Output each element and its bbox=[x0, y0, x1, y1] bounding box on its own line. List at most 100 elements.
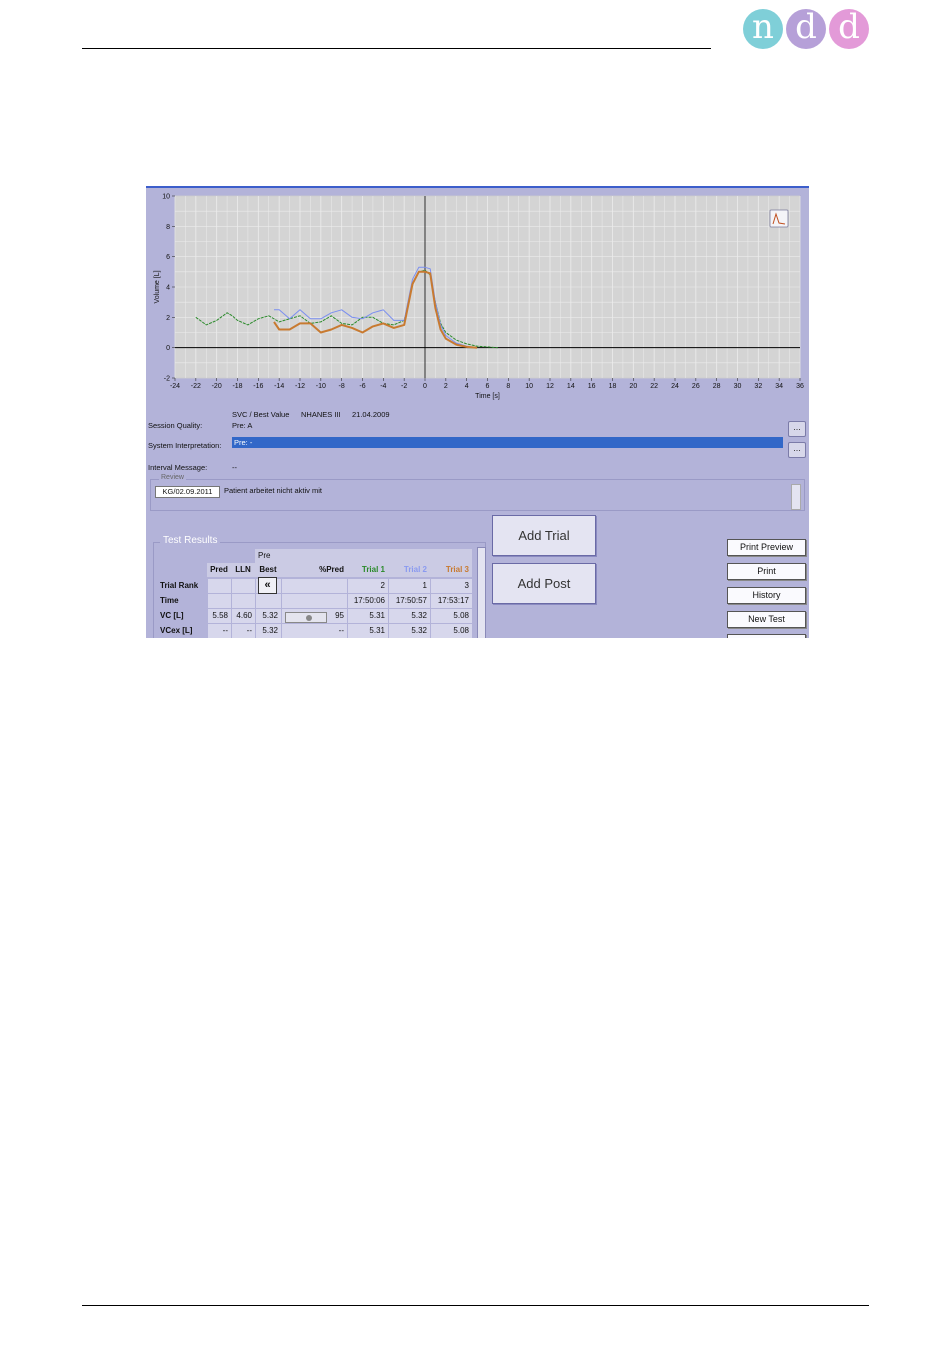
pred-percentage-bar bbox=[285, 612, 327, 623]
results-scrollbar[interactable] bbox=[477, 547, 486, 638]
x-tick-label: -10 bbox=[316, 383, 326, 390]
review-date-field[interactable]: KG/02.09.2011 bbox=[155, 486, 220, 498]
table-cell bbox=[281, 579, 347, 593]
x-tick-label: 32 bbox=[754, 383, 762, 390]
column-header--pred: %Pred bbox=[281, 563, 347, 577]
history-button[interactable]: History bbox=[727, 587, 806, 604]
row-label: Trial Rank bbox=[160, 581, 199, 590]
table-cell: 5.08 bbox=[430, 609, 472, 623]
x-tick-label: 26 bbox=[692, 383, 700, 390]
x-tick-label: 12 bbox=[546, 383, 554, 390]
column-header-trial-1: Trial 1 bbox=[347, 563, 388, 577]
logo-letter-n: n bbox=[743, 9, 783, 49]
table-cell: 17:50:06 bbox=[347, 594, 388, 608]
y-tick-label: 6 bbox=[166, 254, 170, 261]
review-panel: Review KG/02.09.2011 Patient arbeitet ni… bbox=[150, 474, 805, 511]
y-tick-label: 0 bbox=[166, 345, 170, 352]
pre-header: Pre bbox=[255, 549, 472, 563]
info-norm: NHANES III bbox=[301, 410, 341, 419]
add-post-button[interactable]: Add Post bbox=[492, 563, 596, 604]
header-rule bbox=[82, 48, 711, 49]
table-cell: -- bbox=[231, 624, 255, 638]
interpretation-more-button[interactable]: ... bbox=[788, 442, 806, 458]
x-tick-label: -6 bbox=[359, 383, 365, 390]
x-tick-label: -18 bbox=[232, 383, 242, 390]
table-cell bbox=[207, 579, 231, 593]
x-tick-label: -8 bbox=[339, 383, 345, 390]
x-tick-label: -2 bbox=[401, 383, 407, 390]
info-date: 21.04.2009 bbox=[352, 410, 390, 419]
x-tick-label: 28 bbox=[713, 383, 721, 390]
column-header-trial-3: Trial 3 bbox=[430, 563, 472, 577]
x-tick-label: 2 bbox=[444, 383, 448, 390]
x-tick-label: 18 bbox=[609, 383, 617, 390]
y-tick-label: -2 bbox=[164, 376, 170, 383]
x-tick-label: 22 bbox=[650, 383, 658, 390]
spirometry-window: -24 -22 -20 -18 -16 -14 -12 -10 -8 -6 -4 -2 0 2 4 6 8 10 1… bbox=[146, 186, 809, 638]
table-cell: 5.32 bbox=[255, 624, 281, 638]
x-tick-label: 10 bbox=[525, 383, 533, 390]
more-button-partial[interactable] bbox=[727, 634, 806, 638]
pred-percentage-marker bbox=[306, 615, 312, 621]
table-cell: -- bbox=[281, 624, 347, 638]
x-tick-label: -12 bbox=[295, 383, 305, 390]
table-cell: 5.08 bbox=[430, 624, 472, 638]
table-cell: 1 bbox=[388, 579, 430, 593]
table-cell: -- bbox=[207, 624, 231, 638]
table-cell: 5.31 bbox=[347, 609, 388, 623]
footer-rule bbox=[82, 1305, 869, 1306]
table-cell: 5.32 bbox=[388, 609, 430, 623]
table-cell bbox=[281, 594, 347, 608]
table-cell: 17:50:57 bbox=[388, 594, 430, 608]
table-cell: 5.58 bbox=[207, 609, 231, 623]
session-quality-value: Pre: A bbox=[232, 421, 253, 430]
session-quality-more-button[interactable]: ... bbox=[788, 421, 806, 437]
test-results-panel: Test Results Pre Pred LLN Best %Pred Trial 1T… bbox=[153, 535, 486, 638]
x-tick-label: -22 bbox=[191, 383, 201, 390]
interval-message-label: Interval Message: bbox=[148, 463, 208, 472]
print-button[interactable]: Print bbox=[727, 563, 806, 580]
row-label: VCex [L] bbox=[160, 626, 193, 635]
x-tick-label: 34 bbox=[775, 383, 783, 390]
review-scrollbar[interactable] bbox=[791, 484, 801, 510]
interpretation-label: System Interpretation: bbox=[148, 441, 222, 450]
review-legend: Review bbox=[159, 474, 186, 481]
logo-letter-d2: d bbox=[829, 9, 869, 49]
review-comment[interactable]: Patient arbeitet nicht aktiv mit bbox=[224, 486, 322, 495]
table-cell: 5.32 bbox=[255, 609, 281, 623]
x-tick-label: -24 bbox=[170, 383, 180, 390]
volume-time-chart: -24 -22 -20 -18 -16 -14 -12 -10 -8 -6 -4 -2 0 2 4 6 8 10 1… bbox=[154, 194, 804, 401]
table-cell bbox=[255, 594, 281, 608]
x-tick-label: -14 bbox=[274, 383, 284, 390]
x-tick-label: 6 bbox=[486, 383, 490, 390]
x-tick-label: 30 bbox=[734, 383, 742, 390]
row-label: VC [L] bbox=[160, 611, 184, 620]
x-tick-label: 14 bbox=[567, 383, 575, 390]
new-test-button[interactable]: New Test bbox=[727, 611, 806, 628]
print-preview-button[interactable]: Print Preview bbox=[727, 539, 806, 556]
session-quality-label: Session Quality: bbox=[148, 421, 203, 430]
ndd-logo: n d d bbox=[743, 9, 873, 51]
interpretation-field[interactable]: Pre: - bbox=[232, 437, 783, 448]
y-axis-label: Volume [L] bbox=[154, 270, 161, 303]
table-cell: 5.31 bbox=[347, 624, 388, 638]
x-tick-label: 36 bbox=[796, 383, 804, 390]
table-cell: 5.32 bbox=[388, 624, 430, 638]
table-cell bbox=[231, 579, 255, 593]
x-tick-label: 16 bbox=[588, 383, 596, 390]
x-tick-label: 4 bbox=[465, 383, 469, 390]
column-header-lln: LLN bbox=[231, 563, 255, 577]
interval-message-value: -- bbox=[232, 463, 237, 472]
test-results-legend: Test Results bbox=[160, 535, 221, 546]
x-tick-label: 8 bbox=[506, 383, 510, 390]
y-tick-label: 10 bbox=[162, 194, 170, 201]
add-trial-button[interactable]: Add Trial bbox=[492, 515, 596, 556]
y-tick-label: 4 bbox=[166, 285, 170, 292]
x-tick-label: 0 bbox=[423, 383, 427, 390]
best-rewind-button[interactable]: « bbox=[258, 577, 277, 594]
table-cell: 2 bbox=[347, 579, 388, 593]
x-tick-label: -20 bbox=[212, 383, 222, 390]
x-tick-label: 20 bbox=[629, 383, 637, 390]
y-tick-label: 8 bbox=[166, 224, 170, 231]
table-cell: 17:53:17 bbox=[430, 594, 472, 608]
